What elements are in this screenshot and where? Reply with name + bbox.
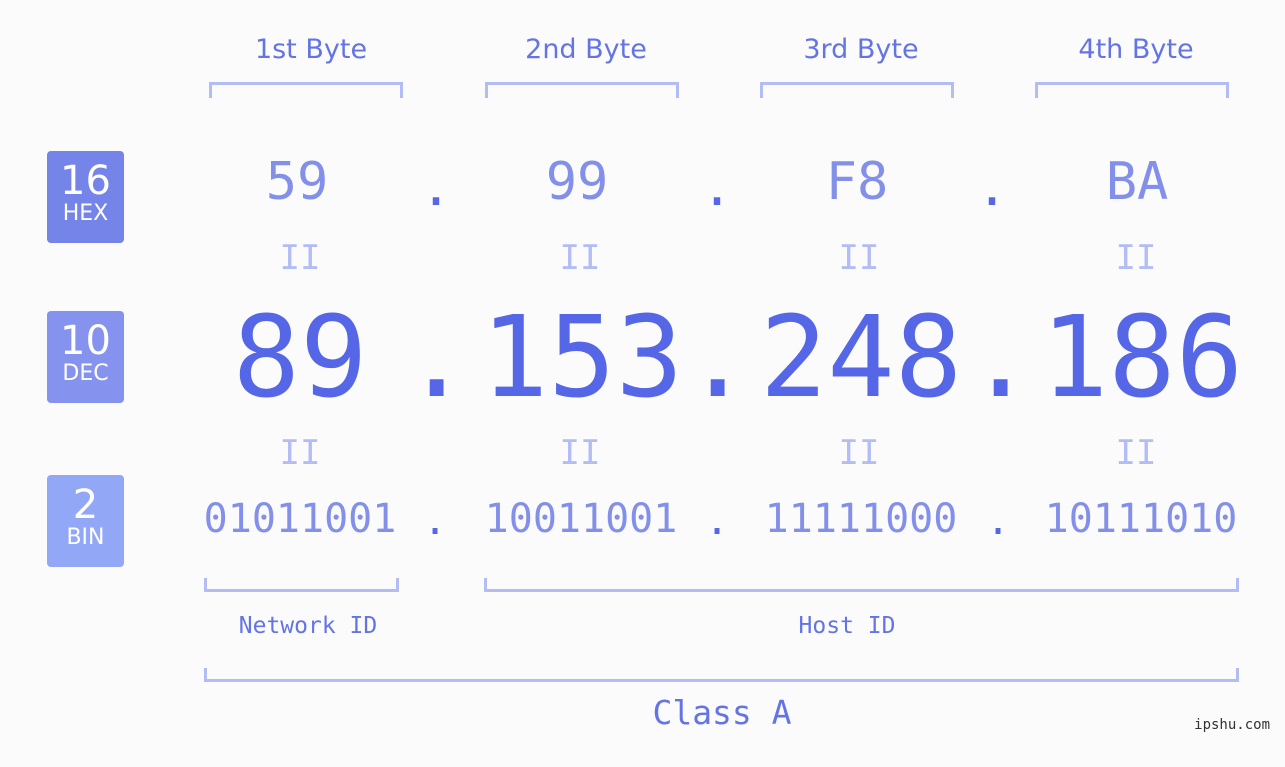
host-id-label: Host ID	[798, 613, 896, 639]
equals-sign: II	[1115, 238, 1157, 278]
dec-value-1: 89	[232, 293, 368, 423]
equals-sign: II	[559, 238, 601, 278]
equals-sign: II	[559, 433, 601, 473]
network-id-bracket	[204, 578, 399, 592]
watermark: ipshu.com	[1194, 717, 1270, 733]
network-id-label: Network ID	[238, 613, 378, 639]
hex-badge-number: 16	[60, 158, 111, 204]
dec-dot-2: .	[684, 293, 752, 423]
hex-dot-3: .	[976, 158, 1008, 218]
host-id-bracket	[484, 578, 1239, 592]
equals-sign: II	[1115, 433, 1157, 473]
bin-badge-label: BIN	[66, 525, 105, 550]
equals-sign: II	[838, 238, 880, 278]
byte-label-3: 3rd Byte	[803, 34, 919, 65]
hex-dot-2: .	[701, 158, 733, 218]
equals-sign: II	[838, 433, 880, 473]
bin-badge: 2 BIN	[47, 475, 124, 567]
byte-label-4: 4th Byte	[1078, 34, 1194, 65]
dec-badge-number: 10	[60, 318, 111, 364]
bin-value-4: 10111010	[1044, 496, 1238, 542]
dec-value-4: 186	[1040, 293, 1244, 423]
byte-bracket-1	[209, 82, 403, 98]
bin-value-2: 10011001	[484, 496, 678, 542]
bin-value-3: 11111000	[764, 496, 958, 542]
bin-dot-1: .	[422, 498, 448, 544]
dec-value-2: 153	[480, 293, 684, 423]
dec-badge-label: DEC	[62, 361, 109, 386]
hex-badge: 16 HEX	[47, 151, 124, 243]
equals-sign: II	[279, 238, 321, 278]
byte-label-2: 2nd Byte	[525, 34, 647, 65]
dec-value-3: 248	[759, 293, 963, 423]
equals-sign: II	[279, 433, 321, 473]
dec-dot-3: .	[967, 293, 1035, 423]
hex-value-2: 99	[545, 152, 609, 212]
byte-label-1: 1st Byte	[254, 34, 368, 65]
dec-badge: 10 DEC	[47, 311, 124, 403]
hex-value-3: F8	[825, 152, 889, 212]
byte-bracket-3	[760, 82, 954, 98]
hex-dot-1: .	[420, 158, 452, 218]
byte-bracket-2	[485, 82, 679, 98]
hex-value-1: 59	[265, 152, 329, 212]
byte-bracket-4	[1035, 82, 1229, 98]
hex-badge-label: HEX	[62, 201, 109, 226]
class-bracket	[204, 668, 1239, 682]
dec-dot-1: .	[403, 293, 471, 423]
hex-value-4: BA	[1105, 152, 1169, 212]
class-label: Class A	[652, 693, 792, 732]
bin-badge-number: 2	[72, 482, 99, 528]
bin-value-1: 01011001	[203, 496, 397, 542]
